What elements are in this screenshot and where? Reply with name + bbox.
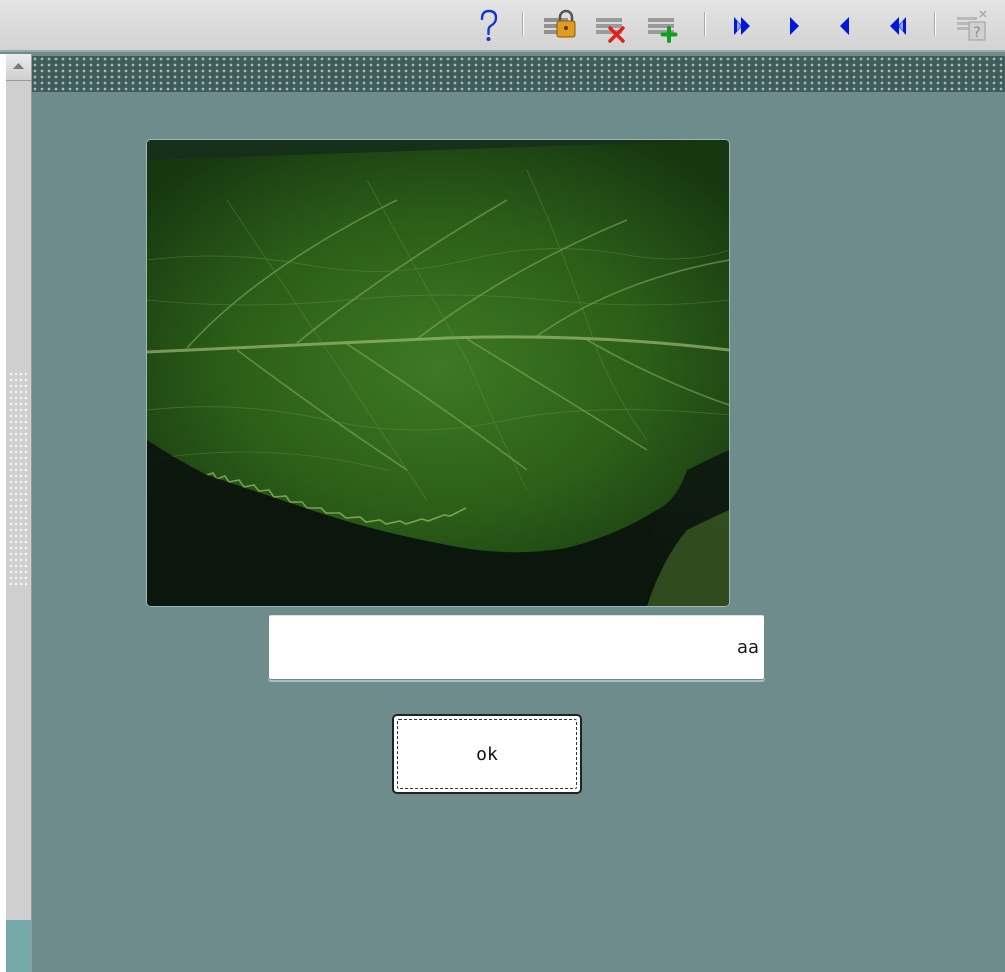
previous-record-button[interactable]: [830, 8, 862, 44]
toolbar: ?: [0, 0, 1005, 52]
dotted-header-band: [32, 56, 1005, 92]
leaf-photo-image: [147, 140, 729, 606]
scroll-thumb-grip[interactable]: [9, 372, 27, 586]
record-help-icon: ?: [957, 10, 987, 41]
lock-icon: [544, 9, 576, 38]
delete-record-button[interactable]: [594, 8, 626, 44]
toolbar-separator: [934, 12, 936, 36]
svg-text:?: ?: [973, 25, 980, 41]
chevron-up-icon: [13, 63, 24, 69]
text-input[interactable]: [268, 614, 765, 680]
leaf-photo: [147, 140, 729, 606]
ok-button[interactable]: ok: [392, 714, 582, 794]
first-record-button[interactable]: [880, 8, 912, 44]
add-record-icon: [648, 18, 678, 43]
add-record-button[interactable]: [646, 8, 678, 44]
toolbar-separator: [522, 12, 524, 36]
record-help-button[interactable]: ?: [954, 8, 987, 44]
first-record-icon: [890, 17, 906, 35]
delete-record-icon: [596, 18, 625, 43]
scroll-track[interactable]: [6, 920, 31, 972]
lock-button[interactable]: [542, 8, 576, 44]
next-record-button[interactable]: [780, 8, 812, 44]
vertical-scrollbar[interactable]: [6, 54, 32, 972]
ok-button-label: ok: [476, 743, 498, 765]
help-button[interactable]: [472, 8, 504, 44]
help-question-icon: [480, 9, 498, 41]
previous-record-icon: [840, 17, 849, 35]
last-record-button[interactable]: [728, 8, 760, 44]
scroll-up-button[interactable]: [6, 54, 31, 81]
last-record-icon: [734, 17, 750, 35]
next-record-icon: [790, 17, 799, 35]
toolbar-separator: [704, 12, 706, 36]
